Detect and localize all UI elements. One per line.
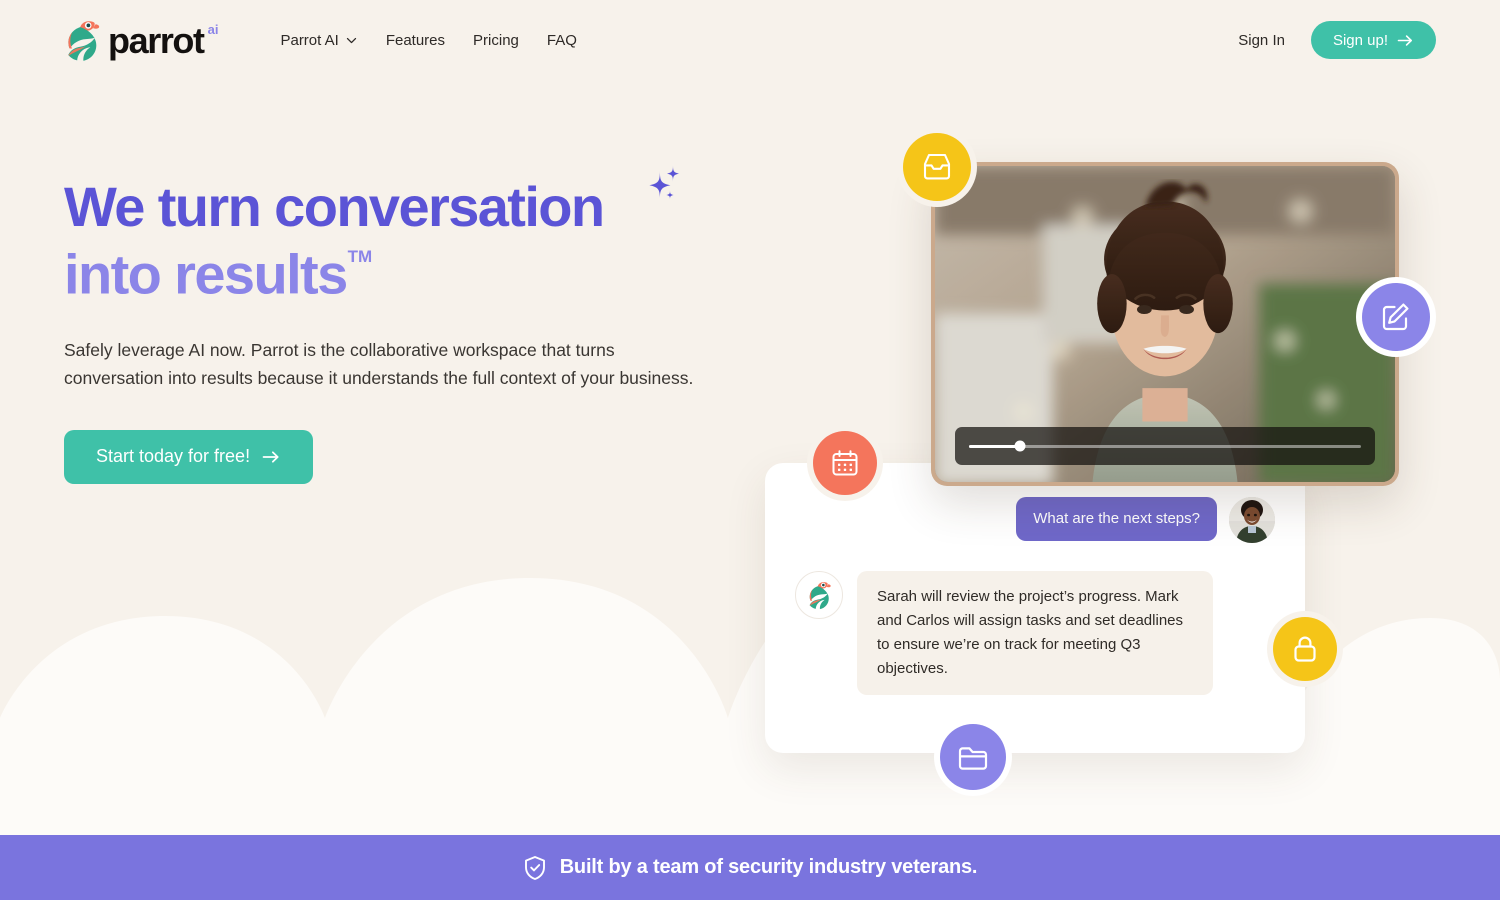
chat-message-bot: Sarah will review the project’s progress… [795, 571, 1275, 695]
shield-check-icon [524, 855, 545, 880]
lock-badge[interactable] [1273, 617, 1337, 681]
nav-item-parrot-ai[interactable]: Parrot AI [280, 32, 357, 49]
calendar-icon [832, 450, 858, 476]
nav-label: FAQ [546, 31, 577, 49]
start-today-button[interactable]: Start today for free! [64, 429, 314, 484]
header-actions: Sign In Sign up! [1238, 21, 1436, 59]
sign-up-label: Sign up! [1332, 31, 1388, 49]
nav-label: Parrot AI [280, 31, 339, 49]
sparkles-icon [649, 165, 679, 200]
folder-icon [958, 747, 988, 770]
nav-item-faq[interactable]: FAQ [547, 32, 577, 49]
main-navigation: Parrot AI Features Pricing FAQ [280, 32, 576, 49]
scrubber-knob[interactable] [1014, 440, 1026, 452]
video-scrubber[interactable] [955, 427, 1375, 465]
scrubber-track[interactable] [969, 440, 1361, 452]
security-banner: Built by a team of security industry vet… [0, 835, 1500, 900]
user-message-bubble: What are the next steps? [1016, 497, 1217, 541]
sign-up-button[interactable]: Sign up! [1310, 21, 1436, 59]
nav-label: Features [385, 31, 446, 49]
nav-item-features[interactable]: Features [386, 32, 445, 49]
brand-superscript: ai [207, 22, 219, 37]
security-banner-text: Built by a team of security industry vet… [559, 856, 978, 878]
folder-badge[interactable] [940, 724, 1006, 790]
sign-in-link[interactable]: Sign In [1238, 32, 1285, 49]
inbox-icon [923, 153, 951, 180]
site-header: parrot ai Parrot AI Features Pricing FAQ… [0, 0, 1500, 80]
avatar-image [1229, 497, 1275, 543]
calendar-badge[interactable] [813, 431, 877, 495]
user-avatar [1229, 497, 1275, 543]
chevron-down-icon [346, 37, 356, 43]
arrow-right-icon [1397, 34, 1412, 46]
edit-icon [1382, 303, 1409, 331]
inbox-badge[interactable] [903, 133, 971, 201]
headline-line-2: into results [64, 242, 348, 306]
scrubber-fill [969, 444, 1020, 448]
nav-label: Pricing [473, 31, 519, 49]
chat-preview-card: What are the next steps? Sarah will revi… [765, 463, 1305, 753]
video-preview-card[interactable] [931, 162, 1399, 486]
edit-badge[interactable] [1362, 283, 1430, 351]
landing-page: parrot ai Parrot AI Features Pricing FAQ… [0, 0, 1500, 900]
cta-label: Start today for free! [96, 446, 251, 467]
brand-name: parrot [108, 20, 205, 61]
parrot-mark-icon [809, 582, 831, 610]
trademark-mark: TM [347, 247, 373, 266]
arrow-right-icon [262, 451, 279, 463]
page-title: We turn conversation into resultsTM [64, 165, 764, 306]
hero-content: We turn conversation into resultsTM Safe… [64, 165, 764, 484]
hero-subcopy: Safely leverage AI now. Parrot is the co… [64, 339, 694, 388]
parrot-logo-icon [68, 21, 100, 61]
video-frame [935, 166, 1395, 482]
lock-icon [1294, 636, 1316, 662]
nav-item-pricing[interactable]: Pricing [473, 32, 519, 49]
headline-line-2-wrap: into resultsTM [64, 238, 764, 306]
chat-message-user: What are the next steps? [795, 497, 1275, 543]
brand-logo[interactable]: parrot ai [64, 18, 218, 62]
parrot-avatar-icon [795, 571, 843, 619]
bot-message-bubble: Sarah will review the project’s progress… [857, 571, 1213, 695]
